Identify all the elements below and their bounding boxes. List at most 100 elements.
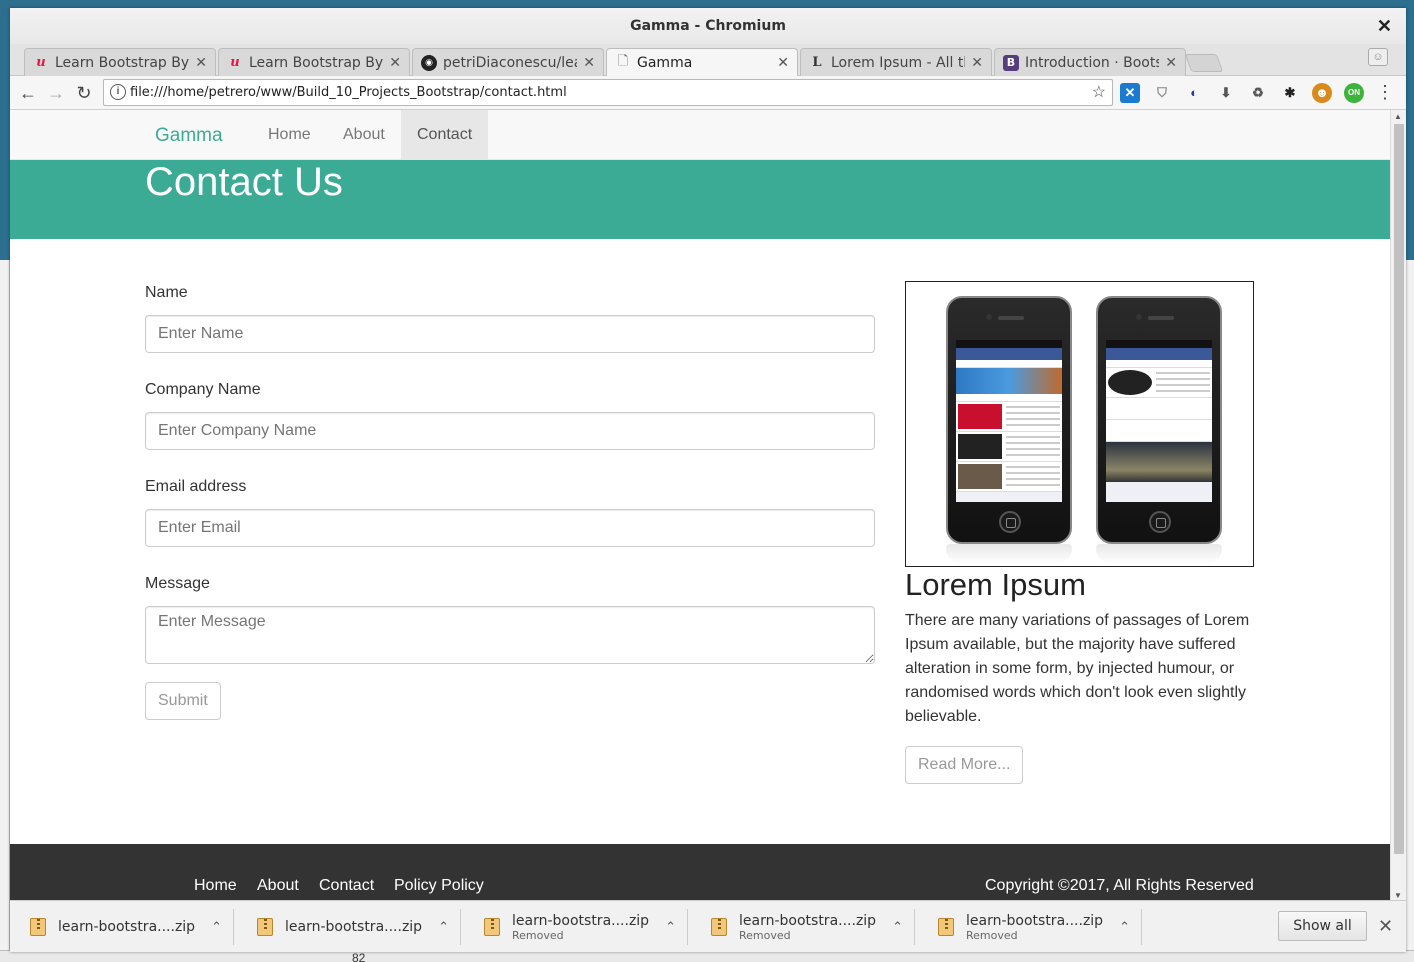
tab-close-icon[interactable]: ✕ bbox=[195, 55, 207, 71]
extension-claw-icon[interactable]: ✱ bbox=[1280, 83, 1300, 103]
show-all-button[interactable]: Show all bbox=[1278, 911, 1367, 941]
footer-link-home[interactable]: Home bbox=[194, 877, 237, 895]
read-more-button[interactable]: Read More... bbox=[905, 746, 1024, 784]
screen-photo bbox=[1106, 442, 1212, 482]
url-text[interactable]: file:///home/petrero/www/Build_10_Projec… bbox=[130, 80, 567, 106]
sidebar: Lorem Ipsum There are many variations of… bbox=[905, 281, 1255, 784]
tab-close-icon[interactable]: ✕ bbox=[777, 55, 789, 71]
scroll-down-icon[interactable]: ▼ bbox=[1394, 891, 1402, 900]
download-item[interactable]: learn-bootstra....zip Removed ⌃ bbox=[711, 901, 915, 952]
nav-about[interactable]: About bbox=[327, 110, 401, 160]
download-icon[interactable]: ⬇ bbox=[1216, 83, 1236, 103]
nav-home[interactable]: Home bbox=[252, 110, 327, 160]
bookmark-star-icon[interactable]: ☆ bbox=[1092, 80, 1106, 106]
chevron-up-icon[interactable]: ⌃ bbox=[665, 919, 676, 935]
aside-heading: Lorem Ipsum bbox=[905, 567, 1086, 602]
tab-bootstrap[interactable]: B Introduction · Boots ✕ bbox=[994, 48, 1186, 76]
screen-navbar bbox=[956, 348, 1062, 360]
tab-close-icon[interactable]: ✕ bbox=[1165, 55, 1177, 71]
extension-x-icon[interactable]: ✕ bbox=[1120, 83, 1140, 103]
page-scrollbar[interactable]: ▲ ▼ bbox=[1390, 110, 1406, 900]
email-group: Email address bbox=[145, 477, 875, 547]
company-label: Company Name bbox=[145, 381, 261, 398]
tab-lorem-ipsum[interactable]: L Lorem Ipsum - All th ✕ bbox=[800, 48, 992, 76]
chevron-up-icon[interactable]: ⌃ bbox=[892, 919, 903, 935]
download-item[interactable]: learn-bootstra....zip Removed ⌃ bbox=[484, 901, 688, 952]
phone-screen bbox=[1106, 340, 1212, 502]
tab-close-icon[interactable]: ✕ bbox=[583, 55, 595, 71]
tab-label: Learn Bootstrap By bbox=[55, 54, 190, 71]
profile-icon[interactable]: ☺ bbox=[1368, 48, 1388, 66]
name-label: Name bbox=[145, 284, 188, 301]
screen-row bbox=[1106, 360, 1212, 368]
download-filename: learn-bootstra....zip bbox=[512, 912, 650, 929]
phone-camera bbox=[986, 314, 992, 320]
phone-left bbox=[946, 296, 1072, 544]
reload-icon[interactable]: ↻ bbox=[72, 81, 96, 105]
udemy-icon: u bbox=[230, 55, 240, 70]
window-title: Gamma - Chromium bbox=[630, 18, 786, 34]
phone-home-button bbox=[999, 511, 1021, 533]
tab-github[interactable]: ◉ petriDiaconescu/lea ✕ bbox=[412, 48, 604, 76]
desktop-right-edge bbox=[1406, 260, 1414, 960]
scrollbar-thumb[interactable] bbox=[1394, 124, 1404, 854]
footer-link-contact[interactable]: Contact bbox=[319, 877, 374, 895]
download-status: Removed bbox=[739, 928, 791, 942]
company-input[interactable] bbox=[145, 412, 875, 450]
footer-link-policy[interactable]: Policy Policy bbox=[394, 877, 484, 895]
download-item[interactable]: learn-bootstra....zip Removed ⌃ bbox=[938, 901, 1142, 952]
page-title: Contact Us bbox=[145, 160, 343, 204]
site-brand[interactable]: Gamma bbox=[155, 110, 223, 162]
info-icon[interactable]: i bbox=[110, 84, 126, 100]
bootstrap-icon: B bbox=[1003, 54, 1019, 71]
tab-close-icon[interactable]: ✕ bbox=[389, 55, 401, 71]
nav-contact[interactable]: Contact bbox=[401, 110, 489, 160]
email-input[interactable] bbox=[145, 509, 875, 547]
chevron-up-icon[interactable]: ⌃ bbox=[438, 919, 449, 935]
message-label: Message bbox=[145, 575, 210, 592]
submit-button[interactable]: Submit bbox=[145, 682, 221, 720]
phone-home-button bbox=[1149, 511, 1171, 533]
email-label: Email address bbox=[145, 478, 247, 495]
address-bar[interactable]: i file:///home/petrero/www/Build_10_Proj… bbox=[103, 79, 1113, 106]
back-icon[interactable]: ← bbox=[16, 81, 40, 105]
tab-label: Gamma bbox=[637, 55, 693, 71]
tab-udemy-2[interactable]: u Learn Bootstrap By ✕ bbox=[218, 48, 410, 76]
zip-file-icon bbox=[30, 918, 46, 936]
desktop-number: 82 bbox=[352, 951, 366, 962]
name-input[interactable] bbox=[145, 315, 875, 353]
footer-link-about[interactable]: About bbox=[257, 877, 299, 895]
scroll-up-icon[interactable]: ▲ bbox=[1394, 112, 1402, 121]
tab-udemy-1[interactable]: u Learn Bootstrap By ✕ bbox=[24, 48, 216, 76]
screen-navbar bbox=[1106, 348, 1212, 360]
tab-close-icon[interactable]: ✕ bbox=[971, 55, 983, 71]
download-status: Removed bbox=[512, 928, 564, 942]
screen-tile bbox=[956, 462, 1062, 492]
screen-row bbox=[1106, 420, 1212, 442]
download-item[interactable]: learn-bootstra....zip ⌃ bbox=[30, 901, 234, 952]
zip-file-icon bbox=[938, 918, 954, 936]
site-navbar: Gamma Home About Contact bbox=[10, 110, 1390, 160]
footer-copyright: Copyright ©2017, All Rights Reserved bbox=[985, 877, 1254, 894]
chevron-up-icon[interactable]: ⌃ bbox=[211, 919, 222, 935]
new-tab-button[interactable] bbox=[1184, 54, 1224, 72]
extension-bird-icon[interactable]: ◐ bbox=[1184, 83, 1204, 103]
tab-gamma[interactable]: 🗋 Gamma ✕ bbox=[606, 48, 798, 77]
extension-on-icon[interactable]: ON bbox=[1344, 83, 1364, 103]
menu-icon[interactable]: ⋮ bbox=[1376, 80, 1394, 104]
tab-label: Learn Bootstrap By bbox=[249, 54, 384, 71]
window-close-icon[interactable]: ✕ bbox=[1377, 8, 1392, 44]
download-filename: learn-bootstra....zip bbox=[285, 919, 423, 935]
download-item[interactable]: learn-bootstra....zip ⌃ bbox=[257, 901, 461, 952]
separator bbox=[459, 909, 461, 945]
screen-banner bbox=[956, 368, 1062, 394]
shield-icon[interactable]: ⛉ bbox=[1152, 83, 1172, 103]
extension-face-icon[interactable]: ☻ bbox=[1312, 83, 1332, 103]
chevron-up-icon[interactable]: ⌃ bbox=[1119, 919, 1130, 935]
close-icon[interactable]: ✕ bbox=[1378, 913, 1393, 939]
recycle-icon[interactable]: ♻ bbox=[1248, 83, 1268, 103]
message-textarea[interactable] bbox=[145, 606, 875, 664]
tab-label: Introduction · Boots bbox=[1025, 54, 1160, 71]
phone-reflection bbox=[1096, 544, 1222, 564]
forward-icon[interactable]: → bbox=[44, 81, 68, 105]
